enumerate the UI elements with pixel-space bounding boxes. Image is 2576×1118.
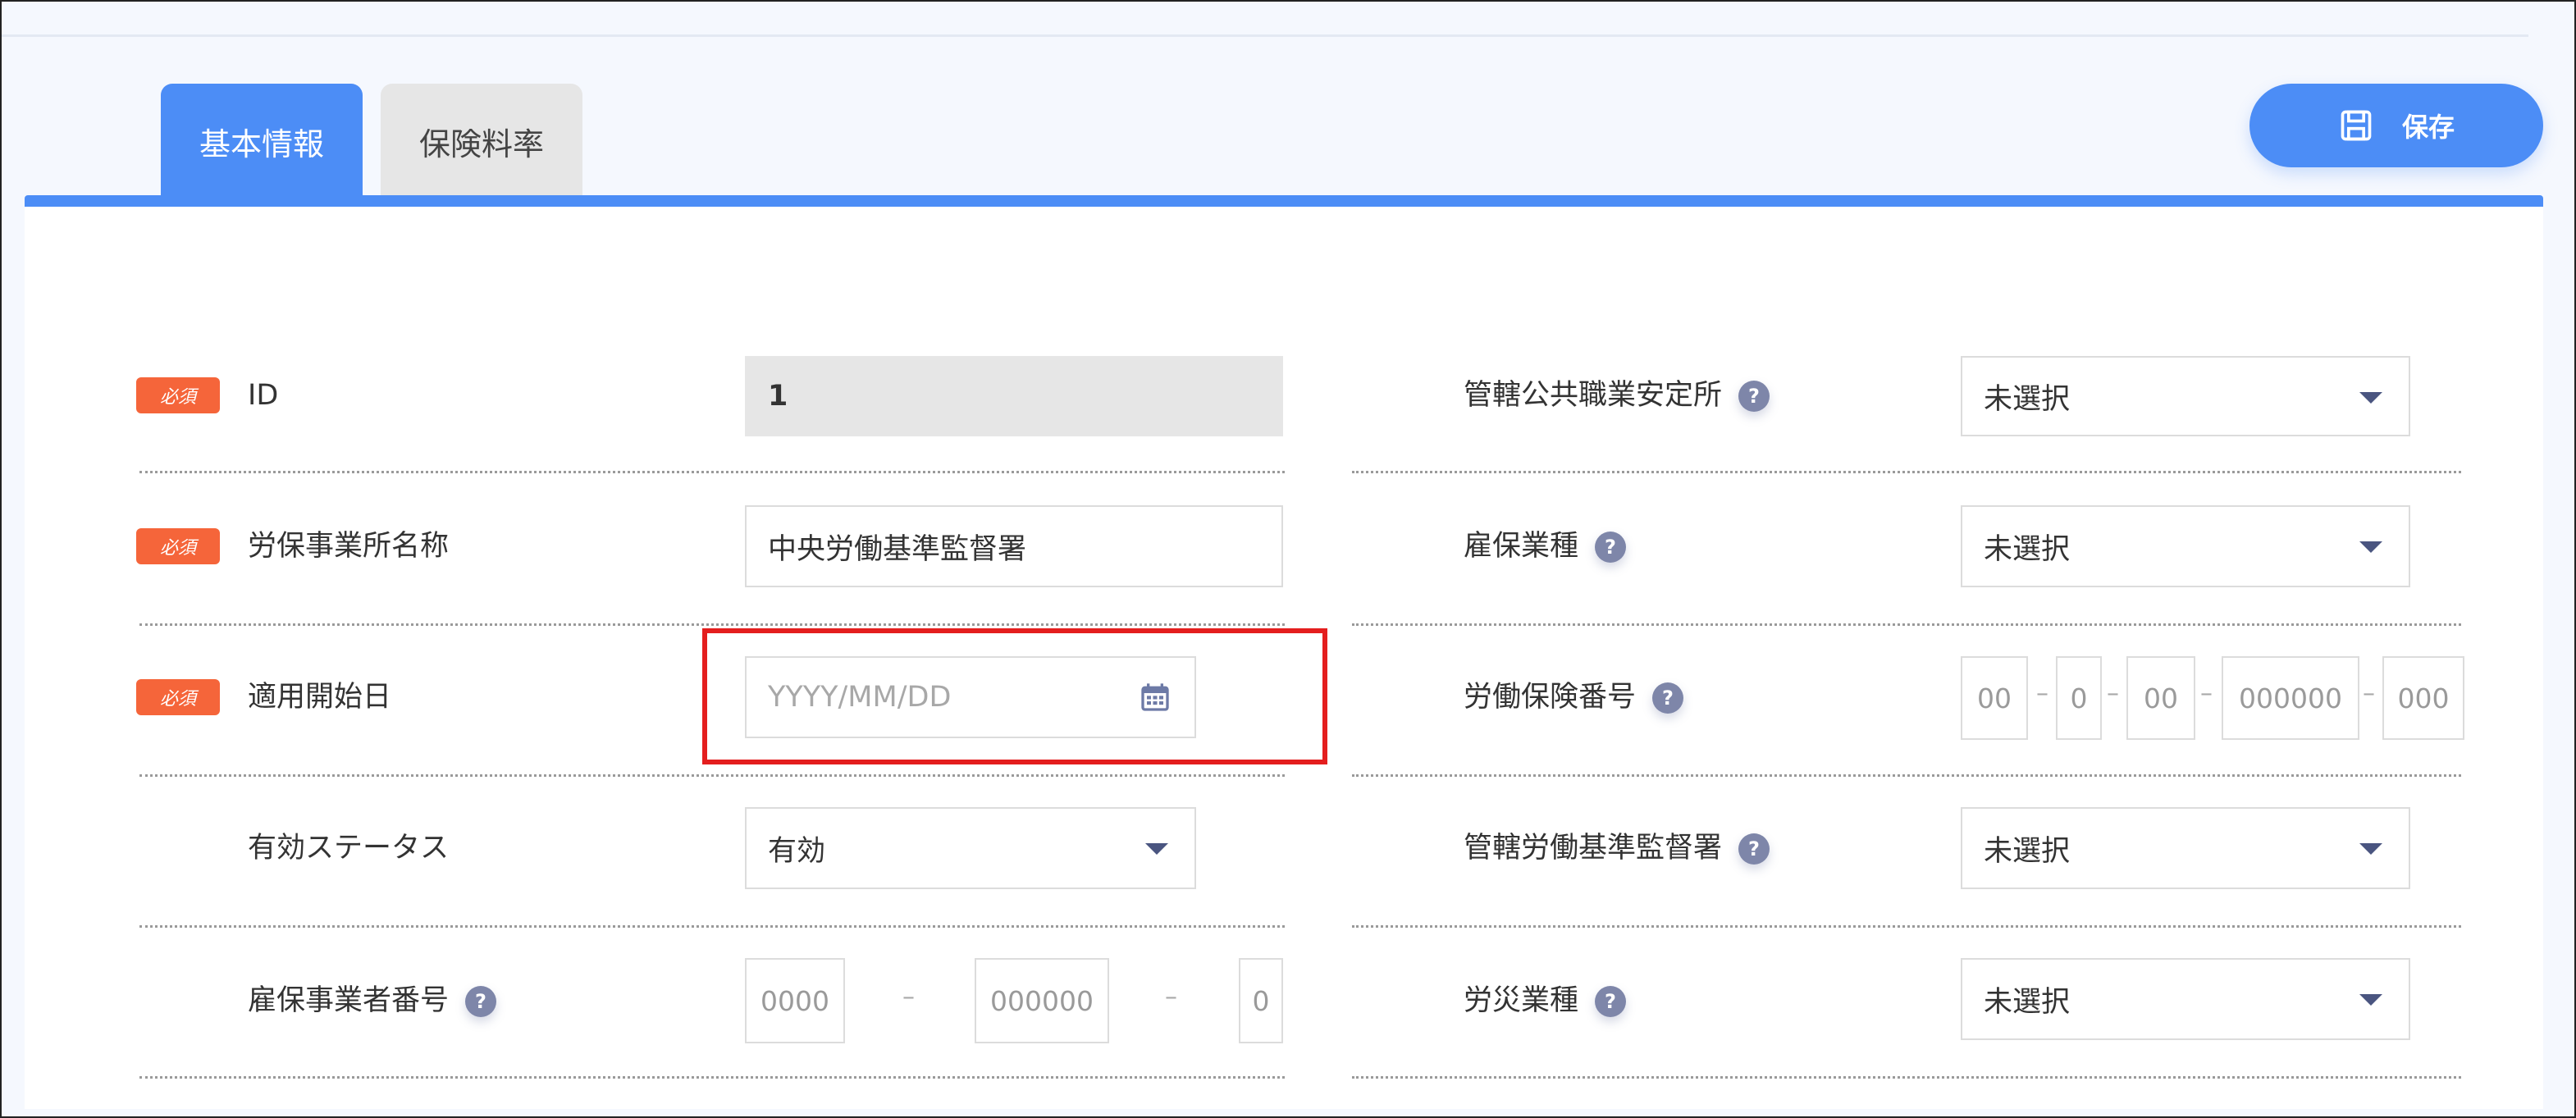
chevron-down-icon <box>2359 994 2382 1006</box>
required-badge: 必須 <box>136 528 220 564</box>
tab-insurance-rates[interactable]: 保険料率 <box>381 84 582 199</box>
highlight-box <box>702 628 1327 764</box>
employment-office-label-text: 管轄公共職業安定所 <box>1464 379 1723 412</box>
row-divider <box>1352 925 2461 928</box>
chevron-down-icon <box>1145 843 1168 855</box>
separator: – <box>1165 983 1177 1011</box>
accident-industry-label-text: 労災業種 <box>1464 984 1579 1017</box>
help-icon[interactable]: ? <box>1738 381 1770 412</box>
labor-standards-office-label: 管轄労働基準監督署? <box>1464 830 1770 866</box>
help-icon[interactable]: ? <box>1595 532 1627 563</box>
labor-insurance-number-label-text: 労働保険番号 <box>1464 681 1637 714</box>
accident-industry-label: 労災業種? <box>1464 983 1627 1019</box>
required-badge: 必須 <box>136 377 220 413</box>
chevron-down-icon <box>2359 392 2382 404</box>
labor-insurance-number-label: 労働保険番号? <box>1464 679 1684 715</box>
row-divider <box>1352 1076 2461 1079</box>
accident-industry-select[interactable]: 未選択 <box>1961 958 2410 1040</box>
row-divider <box>1352 774 2461 777</box>
separator: – <box>2200 679 2213 708</box>
employment-industry-label-text: 雇保業種 <box>1464 530 1579 563</box>
id-field: 1 <box>745 356 1283 436</box>
chevron-down-icon <box>2359 541 2382 553</box>
row-divider <box>139 623 1285 626</box>
help-icon[interactable]: ? <box>1595 986 1627 1017</box>
employment-number-seg-1[interactable]: 0000 <box>745 958 845 1043</box>
employment-number-label: 雇保事業者番号? <box>248 983 497 1019</box>
tab-underline <box>25 195 2543 207</box>
top-divider <box>2 34 2528 37</box>
employment-number-seg-3[interactable]: 0 <box>1239 958 1283 1043</box>
employment-number-label-text: 雇保事業者番号 <box>248 984 450 1017</box>
tab-basic-info[interactable]: 基本情報 <box>161 84 363 199</box>
row-divider <box>139 774 1285 777</box>
separator: – <box>2036 679 2048 708</box>
labor-insurance-seg-2[interactable]: 0 <box>2056 656 2102 740</box>
app-frame: 基本情報 保険料率 保存 必須 ID 1 必須 労保事業所名称 中央労働基準監督… <box>0 0 2576 1118</box>
save-button[interactable]: 保存 <box>2249 84 2543 167</box>
employment-industry-select[interactable]: 未選択 <box>1961 505 2410 587</box>
separator: – <box>902 983 915 1011</box>
id-label: ID <box>248 379 279 412</box>
help-icon[interactable]: ? <box>465 986 497 1017</box>
row-divider <box>139 925 1285 928</box>
save-button-label: 保存 <box>2401 112 2455 143</box>
start-date-label: 適用開始日 <box>248 681 392 714</box>
employment-number-seg-2[interactable]: 000000 <box>975 958 1109 1043</box>
chevron-down-icon <box>2359 843 2382 855</box>
labor-standards-office-label-text: 管轄労働基準監督署 <box>1464 832 1723 865</box>
row-divider <box>139 1076 1285 1079</box>
labor-insurance-seg-4[interactable]: 000000 <box>2222 656 2359 740</box>
save-icon <box>2341 110 2372 141</box>
row-divider <box>1352 623 2461 626</box>
labor-insurance-seg-5[interactable]: 000 <box>2382 656 2464 740</box>
labor-insurance-seg-1[interactable]: 00 <box>1961 656 2028 740</box>
office-name-label: 労保事業所名称 <box>248 530 450 563</box>
employment-office-select[interactable]: 未選択 <box>1961 356 2410 436</box>
employment-industry-label: 雇保業種? <box>1464 528 1627 564</box>
labor-standards-office-select[interactable]: 未選択 <box>1961 807 2410 889</box>
row-divider <box>1352 471 2461 473</box>
help-icon[interactable]: ? <box>1738 833 1770 865</box>
separator: – <box>2107 679 2119 708</box>
row-divider <box>139 471 1285 473</box>
separator: – <box>2363 679 2375 708</box>
help-icon[interactable]: ? <box>1652 682 1684 714</box>
required-badge: 必須 <box>136 679 220 715</box>
employment-office-label: 管轄公共職業安定所? <box>1464 377 1770 413</box>
status-label: 有効ステータス <box>248 832 450 865</box>
status-select[interactable]: 有効 <box>745 807 1196 889</box>
office-name-input[interactable]: 中央労働基準監督署 <box>745 505 1283 587</box>
labor-insurance-seg-3[interactable]: 00 <box>2126 656 2195 740</box>
